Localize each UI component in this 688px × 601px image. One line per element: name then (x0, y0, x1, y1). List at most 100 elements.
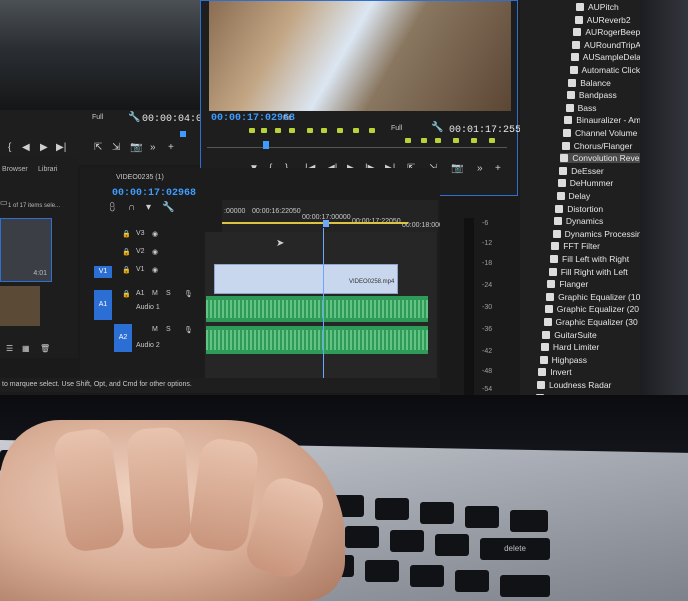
marker[interactable] (453, 138, 459, 143)
eye-icon[interactable]: ◉ (152, 230, 158, 238)
effect-item[interactable]: DeHummer (557, 178, 613, 188)
track-lock-icon[interactable]: 🔒 (122, 266, 131, 274)
effect-item[interactable]: AUReverb2 (574, 15, 631, 25)
trash-icon[interactable]: 🗑 (40, 344, 50, 353)
effect-item[interactable]: AUSampleDelay (570, 52, 645, 62)
effect-item[interactable]: Invert (538, 367, 572, 377)
linked-selection-icon[interactable]: ∩ (128, 202, 135, 213)
step-forward-icon[interactable]: ▶| (56, 142, 66, 153)
step-back-icon[interactable]: ◀ (22, 142, 30, 153)
work-area-bar[interactable] (222, 222, 408, 224)
effect-item[interactable]: Dynamics (553, 216, 603, 226)
effect-item[interactable]: FFT Filter (551, 241, 600, 251)
keyboard-key (365, 560, 399, 582)
marker[interactable] (249, 128, 255, 133)
wrench-icon[interactable]: 🔧 (431, 122, 443, 133)
source-playhead[interactable] (180, 131, 186, 137)
marker[interactable] (405, 138, 411, 143)
timeline-playhead-handle[interactable] (323, 220, 329, 227)
timeline-settings-icon[interactable]: 🔧 (162, 202, 174, 213)
effect-item[interactable]: Balance (568, 78, 611, 88)
wrench-icon[interactable]: 🔧 (128, 112, 140, 123)
camera-icon[interactable]: 📷 (130, 142, 142, 153)
marker[interactable] (471, 138, 477, 143)
tab-browser[interactable]: Browser (2, 166, 28, 173)
source-fit-select[interactable]: Full (92, 114, 103, 121)
meter-tick: -6 (482, 220, 489, 227)
project-panel: Browser Librari 1 of 17 items sele... ▭ … (0, 158, 78, 358)
mute-button[interactable]: M (152, 290, 158, 297)
eye-icon[interactable]: ◉ (152, 266, 158, 274)
meter-tick: -48 (482, 368, 493, 375)
tab-libraries[interactable]: Librari (38, 166, 57, 173)
effect-item[interactable]: Flanger (547, 279, 588, 289)
effect-item[interactable]: Distortion (555, 204, 603, 214)
effect-item[interactable]: Hard Limiter (540, 342, 599, 352)
track-lock-icon[interactable]: 🔒 (122, 290, 131, 298)
source-target-a1[interactable]: A1 (94, 290, 112, 320)
program-fit-select[interactable]: Fit (283, 115, 291, 122)
marker[interactable] (489, 138, 495, 143)
marker[interactable] (289, 128, 295, 133)
effect-item[interactable]: Loudness Radar (537, 380, 611, 390)
voiceover-icon[interactable]: 🎙 (184, 326, 193, 334)
audio-clip-a2[interactable] (206, 326, 428, 354)
snap-icon[interactable]: ⩉ (110, 202, 115, 213)
more-icon[interactable]: » (477, 163, 483, 174)
add-button-icon[interactable]: + (168, 142, 174, 153)
marker[interactable] (261, 128, 267, 133)
eye-icon[interactable]: ◉ (152, 248, 158, 256)
marker[interactable] (275, 128, 281, 133)
mute-button[interactable]: M (152, 326, 158, 333)
solo-button[interactable]: S (166, 326, 171, 333)
marker[interactable] (421, 138, 427, 143)
solo-button[interactable]: S (166, 290, 171, 297)
audio-clip-a1[interactable] (206, 296, 428, 322)
overwrite-icon[interactable]: ⇲ (112, 142, 120, 153)
program-playhead[interactable] (263, 141, 269, 149)
camera-icon[interactable]: 📷 (451, 163, 463, 174)
add-button-icon[interactable]: + (495, 163, 501, 174)
track-a2-button[interactable]: A2 (114, 324, 132, 352)
media-thumbnail[interactable] (0, 286, 40, 326)
marker[interactable] (435, 138, 441, 143)
effect-item[interactable]: AURogerBeep (573, 27, 640, 37)
marker[interactable] (337, 128, 343, 133)
marker[interactable] (307, 128, 313, 133)
effect-item[interactable]: Channel Volume (563, 128, 637, 138)
timeline-ruler[interactable]: :00000 00:00:16:22050 00:00:17:00000 00:… (222, 200, 447, 232)
list-view-icon[interactable]: ☰ (6, 344, 13, 353)
media-thumbnail[interactable]: 4:01 (0, 218, 52, 282)
effect-item[interactable]: Bandpass (566, 90, 617, 100)
icon-view-icon[interactable]: ▦ (22, 344, 30, 353)
mark-in-icon[interactable]: { (8, 142, 11, 153)
marker[interactable] (353, 128, 359, 133)
effect-item[interactable]: Fill Left with Right (550, 254, 629, 264)
folder-icon[interactable]: ▭ (0, 198, 8, 207)
effect-item[interactable]: Chorus/Flanger (561, 141, 632, 151)
voiceover-icon[interactable]: 🎙 (184, 290, 193, 298)
track-label: V2 (136, 248, 145, 255)
effect-item[interactable]: Fill Right with Left (548, 267, 628, 277)
effect-item[interactable]: Highpass (539, 355, 587, 365)
insert-icon[interactable]: ⇱ (94, 142, 102, 153)
play-icon[interactable]: ▶ (40, 142, 48, 153)
timeline-playhead[interactable] (323, 228, 324, 380)
effect-item[interactable]: Delay (556, 191, 590, 201)
effect-item[interactable]: AUPitch (576, 2, 619, 12)
effect-item[interactable]: GuitarSuite (542, 330, 597, 340)
effect-item[interactable]: DeEsser (559, 166, 604, 176)
marker[interactable] (321, 128, 327, 133)
program-scrubber[interactable] (207, 147, 507, 148)
effect-item[interactable]: Dynamics Processing (552, 229, 646, 239)
track-lock-icon[interactable]: 🔒 (122, 230, 131, 238)
program-resolution-select[interactable]: Full (391, 125, 402, 132)
sequence-tab[interactable]: VIDEO0235 (1) (116, 174, 164, 181)
source-target-v1[interactable]: V1 (94, 266, 112, 278)
add-marker-icon[interactable]: ▾ (146, 202, 151, 213)
marker[interactable] (369, 128, 375, 133)
more-icon[interactable]: » (150, 142, 156, 153)
effect-item[interactable]: Bass (565, 103, 597, 113)
track-lock-icon[interactable]: 🔒 (122, 248, 131, 256)
video-clip[interactable]: VIDEO0258.mp4 (214, 264, 398, 294)
